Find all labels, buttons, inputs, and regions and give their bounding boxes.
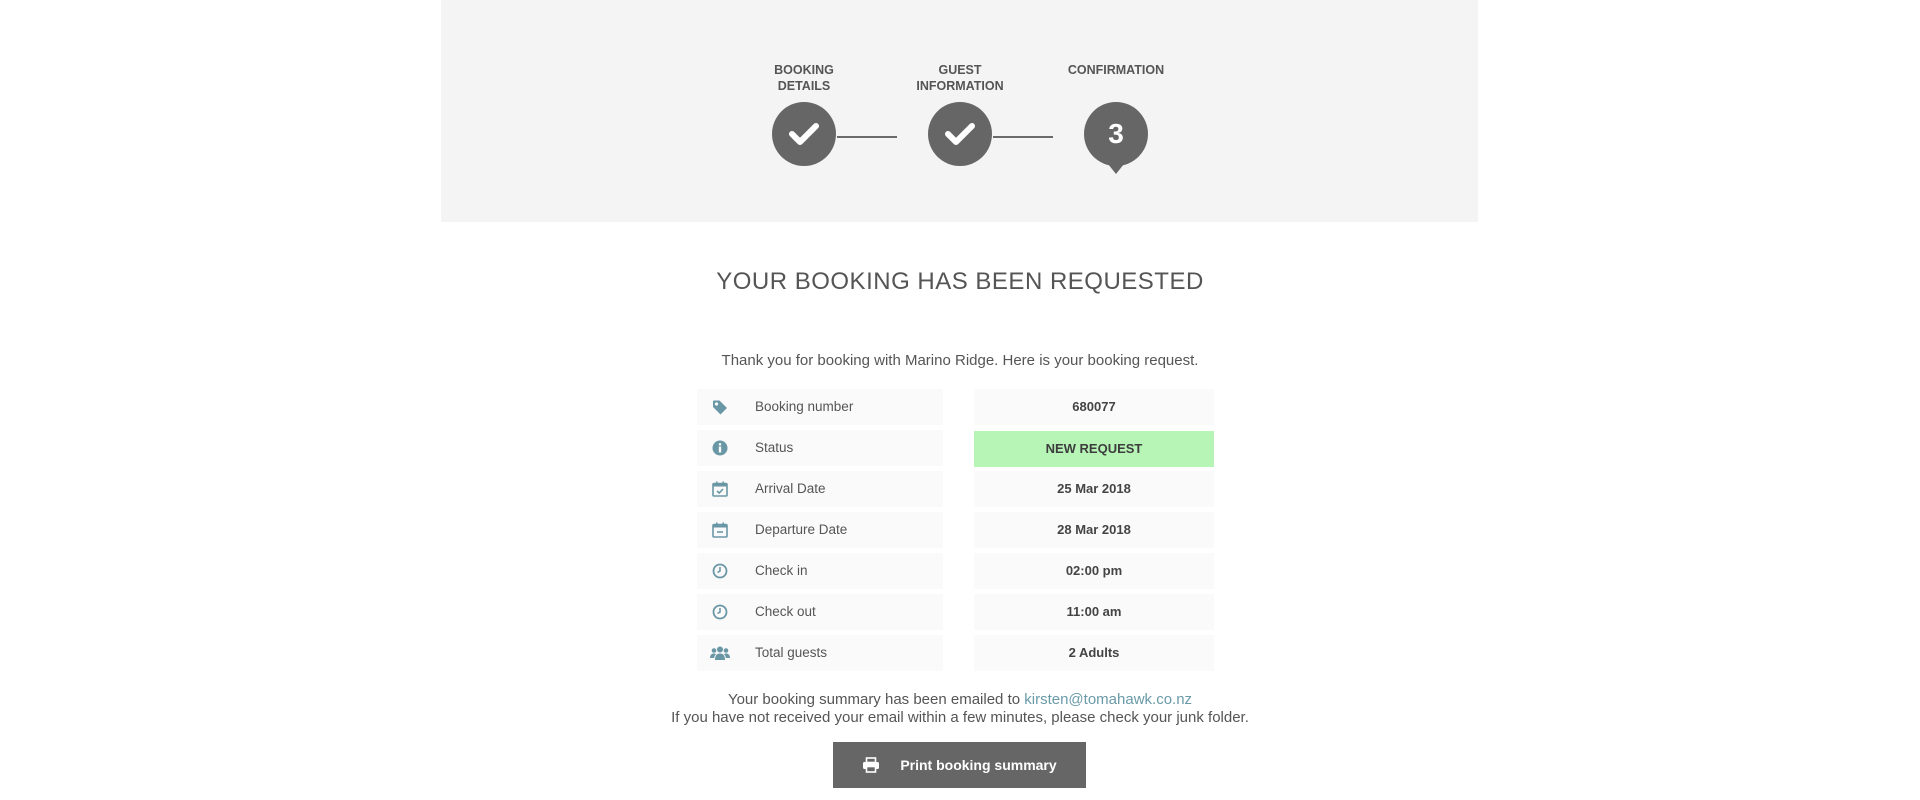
tag-icon <box>713 400 727 415</box>
arrival-date-value: 25 Mar 2018 <box>974 471 1214 507</box>
check-in-value: 02:00 pm <box>974 553 1214 589</box>
step-label: Guest Information <box>916 63 1004 93</box>
print-button-label: Print booking summary <box>900 757 1057 773</box>
email-link[interactable]: kirsten@tomahawk.co.nz <box>1024 691 1192 708</box>
table-row: Check in 02:00 pm <box>697 553 1214 589</box>
table-row: Booking number 680077 <box>697 389 1214 425</box>
row-label: Status <box>755 440 794 455</box>
row-label: Departure Date <box>755 522 848 537</box>
row-label: Check out <box>755 604 816 619</box>
step-label: Confirmation <box>1067 63 1165 77</box>
calendar-minus-icon <box>712 522 728 538</box>
users-icon <box>710 646 730 660</box>
step-number: 3 <box>1108 118 1124 149</box>
step-connector <box>993 136 1053 138</box>
calendar-check-icon <box>712 481 728 497</box>
booking-number-value: 680077 <box>974 389 1214 425</box>
table-row: Check out 11:00 am <box>697 594 1214 630</box>
step-circle-done <box>928 102 992 166</box>
email-note-prefix: Your booking summary has been emailed to <box>727 691 1021 708</box>
clock-icon <box>712 563 728 579</box>
table-row: Arrival Date 25 Mar 2018 <box>697 471 1214 507</box>
printer-icon <box>863 757 880 773</box>
table-row: Status NEW REQUEST <box>697 430 1214 467</box>
status-badge: NEW REQUEST <box>974 431 1214 467</box>
step-connector <box>837 136 897 138</box>
row-label: Check in <box>755 563 808 578</box>
check-icon <box>789 123 819 145</box>
intro-text: Thank you for booking with Marino Ridge.… <box>721 352 1199 369</box>
table-row: Total guests 2 Adults <box>697 635 1214 671</box>
print-booking-summary-button[interactable]: Print booking summary <box>833 742 1086 788</box>
junk-folder-note: If you have not received your email with… <box>671 709 1249 726</box>
check-out-value: 11:00 am <box>974 594 1214 630</box>
step-circle-current: 3 <box>1084 102 1148 166</box>
step-circle-done <box>772 102 836 166</box>
table-row: Departure Date 28 Mar 2018 <box>697 512 1214 548</box>
page-title: YOUR BOOKING HAS BEEN REQUESTED <box>716 268 1204 295</box>
departure-date-value: 28 Mar 2018 <box>974 512 1214 548</box>
row-label: Booking number <box>755 399 854 414</box>
total-guests-value: 2 Adults <box>974 635 1214 671</box>
email-confirmation-note: Your booking summary has been emailed to… <box>0 691 1920 708</box>
step-label: Booking Details <box>774 63 834 93</box>
clock-icon <box>712 604 728 620</box>
row-label: Total guests <box>755 645 828 660</box>
row-label: Arrival Date <box>755 481 826 496</box>
current-step-pointer <box>1108 164 1124 174</box>
booking-progress-stepper: Booking Details Guest Information Confir… <box>441 0 1478 222</box>
check-icon <box>945 123 975 145</box>
info-icon <box>712 440 728 456</box>
